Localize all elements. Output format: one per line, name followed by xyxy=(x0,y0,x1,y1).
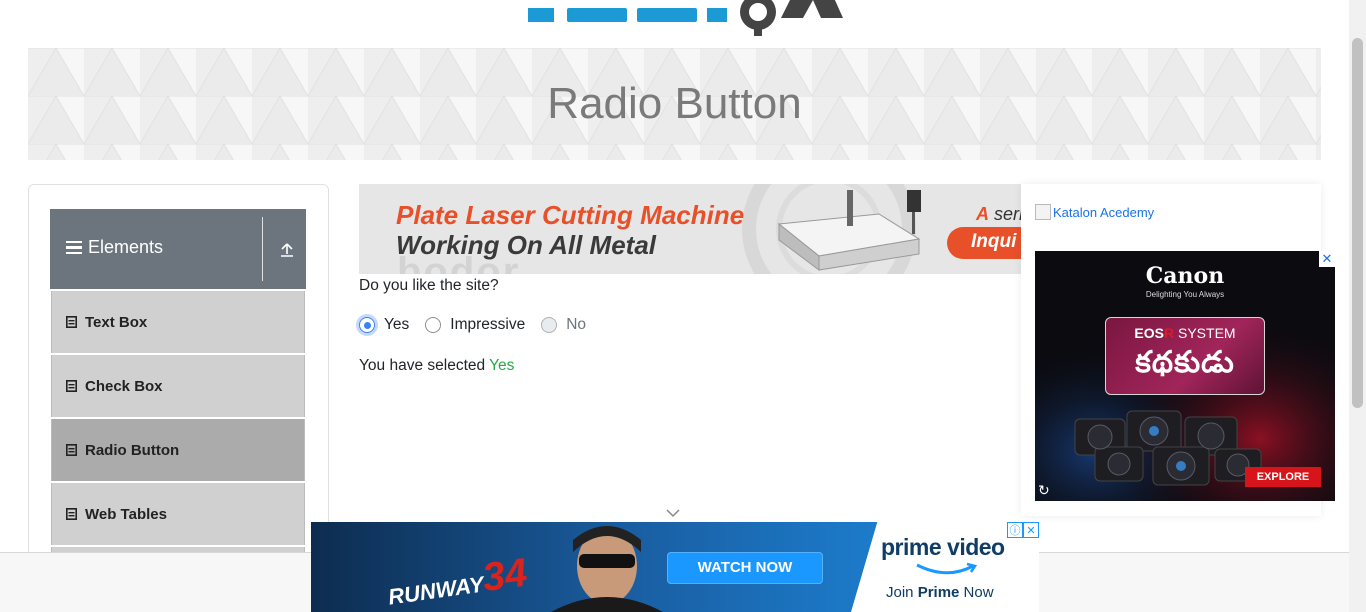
elements-menu: Text Box Check Box Radio Button Web Tabl… xyxy=(51,291,305,559)
ad-choices[interactable]: ⓘ ✕ xyxy=(1007,522,1039,538)
eos-system-text: EOSR SYSTEM xyxy=(1134,325,1236,341)
menu-item-label: Web Tables xyxy=(85,505,167,523)
header-divider xyxy=(262,217,263,281)
close-icon[interactable]: ✕ xyxy=(1319,251,1335,267)
menu-item-label: Text Box xyxy=(85,313,148,331)
radio-no-label: No xyxy=(566,316,587,333)
chevron-down-icon[interactable] xyxy=(666,508,680,518)
canon-ad[interactable]: Canon Delighting You Always EOSR SYSTEM … xyxy=(1035,251,1335,501)
sidebar: Elements Text Box Check Box Radio Button xyxy=(28,184,329,584)
page: Radio Button Elements Text Box Check Box… xyxy=(0,0,1366,612)
right-ad-panel: Katalon Acedemy Canon Delighting You Alw… xyxy=(1021,184,1335,516)
katalon-link-text[interactable]: Katalon Acedemy xyxy=(1053,205,1154,220)
ad-close-icon[interactable]: ✕ xyxy=(1023,522,1039,538)
result-prefix: You have selected xyxy=(359,357,490,374)
radio-yes[interactable]: Yes xyxy=(359,316,409,334)
amazon-smile-icon xyxy=(916,562,978,575)
radio-impressive-label[interactable]: Impressive xyxy=(450,316,525,334)
radio-impressive-input[interactable] xyxy=(425,317,442,333)
radio-impressive[interactable]: Impressive xyxy=(425,316,525,334)
elements-group-header[interactable]: Elements xyxy=(50,209,306,289)
menu-item-text-box[interactable]: Text Box xyxy=(51,291,305,353)
radio-group: Yes Impressive No xyxy=(359,316,602,334)
ad-series-text: A seri xyxy=(976,204,1021,224)
radio-no: No xyxy=(541,316,586,334)
page-title: Radio Button xyxy=(547,79,802,128)
prime-video-ad[interactable]: RUNWAY34 WATCH NOW prime video Join Prim… xyxy=(311,522,1039,612)
telugu-title: కథకుడు xyxy=(1135,346,1235,379)
elements-group-label: Elements xyxy=(88,237,164,257)
radio-yes-input[interactable] xyxy=(359,317,375,333)
elements-group-title[interactable]: Elements xyxy=(66,237,163,258)
scrollbar-thumb[interactable] xyxy=(1352,38,1363,408)
toolsqa-logo[interactable] xyxy=(525,0,845,38)
document-icon xyxy=(66,380,77,392)
eos-r-system-box: EOSR SYSTEM కథకుడు xyxy=(1105,317,1265,395)
canon-tagline: Delighting You Always xyxy=(1145,290,1225,299)
menu-item-check-box[interactable]: Check Box xyxy=(51,355,305,417)
radio-question: Do you like the site? xyxy=(359,277,499,294)
menu-item-web-tables[interactable]: Web Tables xyxy=(51,483,305,545)
radio-no-input xyxy=(541,317,558,333)
katalon-link[interactable]: Katalon Acedemy xyxy=(1035,204,1154,220)
ad-headline-2: Working On All Metal xyxy=(396,230,657,260)
collapse-arrow-icon[interactable] xyxy=(274,235,300,265)
selection-result: You have selected Yes xyxy=(359,357,514,375)
ad-headline-1: Plate Laser Cutting Machine xyxy=(396,200,745,230)
ad-info-icon[interactable]: ⓘ xyxy=(1007,522,1023,538)
result-value: Yes xyxy=(489,357,515,374)
hero-banner: Radio Button xyxy=(28,48,1321,160)
explore-button[interactable]: EXPLORE xyxy=(1245,467,1321,487)
watch-now-button[interactable]: WATCH NOW xyxy=(667,552,823,584)
join-prime-text: Join Prime Now xyxy=(886,584,994,601)
menu-item-radio-button[interactable]: Radio Button xyxy=(51,419,305,481)
document-icon xyxy=(66,508,77,520)
menu-item-label: Radio Button xyxy=(85,441,180,459)
broken-image-icon xyxy=(1035,204,1051,220)
canon-logo: Canon xyxy=(1145,263,1225,289)
radio-yes-label[interactable]: Yes xyxy=(384,316,409,334)
replay-icon[interactable]: ↻ xyxy=(1038,482,1050,499)
document-icon xyxy=(66,316,77,328)
ad-inquiry-button[interactable]: Inqui xyxy=(947,227,1021,259)
document-icon xyxy=(66,444,77,456)
laser-cutting-ad[interactable]: bodor Plate Laser Cutting Machine Workin… xyxy=(359,184,1021,274)
hamburger-icon xyxy=(66,240,82,255)
page-scrollbar[interactable] xyxy=(1349,0,1366,612)
menu-item-label: Check Box xyxy=(85,377,163,395)
prime-video-logo: prime video xyxy=(881,534,1005,560)
